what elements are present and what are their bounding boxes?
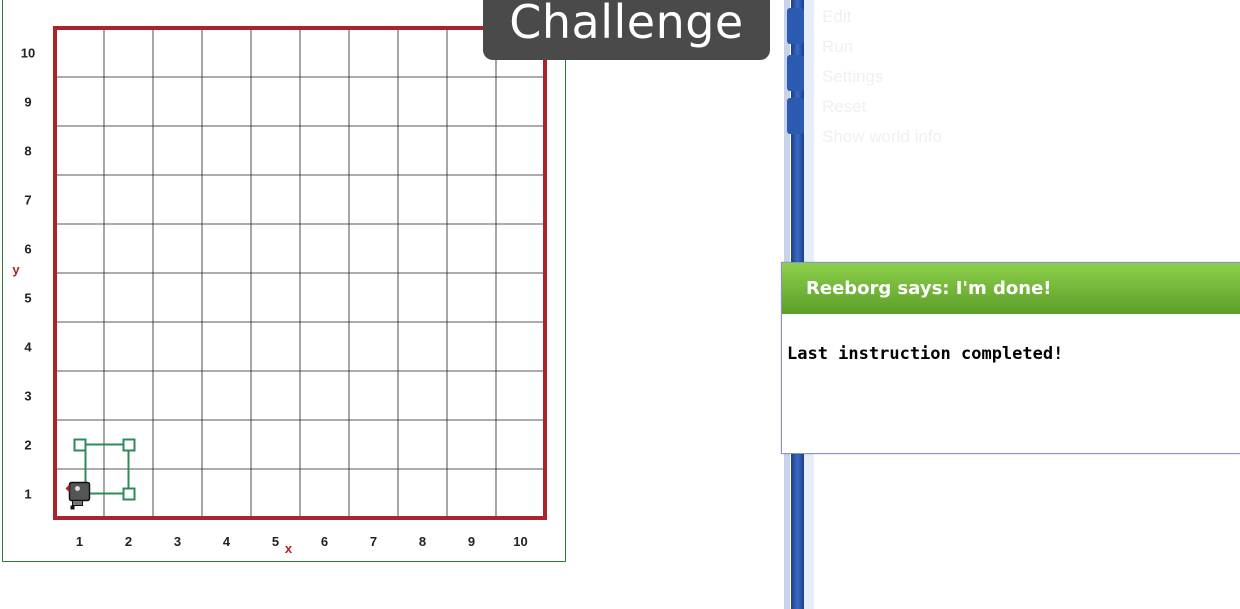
x-tick-label: 7 — [370, 534, 377, 549]
menu-item: Settings — [822, 67, 884, 86]
robot-foot — [70, 505, 75, 510]
robot-eye — [75, 486, 80, 491]
y-tick-label: 10 — [21, 46, 35, 61]
scrollbar-knob[interactable] — [787, 55, 804, 91]
background-menu: Edit Run Settings Reset Show world info — [822, 2, 942, 152]
robot-direction-marker — [65, 484, 70, 493]
y-axis-letter: y — [12, 262, 20, 277]
path-marker — [73, 438, 87, 452]
x-tick-label: 4 — [223, 534, 231, 549]
dialog-title-bar[interactable]: Reeborg says: I'm done! — [782, 263, 1240, 314]
y-tick-label: 9 — [24, 95, 31, 110]
y-tick-label: 8 — [24, 144, 31, 159]
scrollbar-knob[interactable] — [787, 98, 804, 134]
path-marker — [122, 438, 136, 452]
y-tick-label: 4 — [24, 340, 32, 355]
robot-icon — [68, 481, 91, 502]
robot-leg — [72, 500, 83, 506]
world-grid: 1 2 3 4 5 6 7 8 9 10 1 2 3 4 5 6 7 8 9 10 x y — [12, 26, 547, 556]
x-tick-label: 1 — [76, 534, 83, 549]
path-marker — [122, 487, 136, 501]
y-tick-label: 2 — [24, 438, 31, 453]
x-tick-label: 8 — [419, 534, 426, 549]
x-tick-label: 6 — [321, 534, 328, 549]
y-tick-label: 3 — [24, 389, 31, 404]
menu-item: Run — [822, 37, 854, 56]
y-tick-label: 1 — [24, 487, 31, 502]
x-tick-label: 5 — [272, 534, 279, 549]
y-tick-label: 6 — [24, 242, 31, 257]
menu-item: Edit — [822, 7, 852, 26]
x-tick-label: 3 — [174, 534, 181, 549]
menu-item: Show world info — [822, 127, 943, 146]
world-panel: 1 2 3 4 5 6 7 8 9 10 1 2 3 4 5 6 7 8 9 10 x y — [2, 0, 566, 562]
scrollbar-knob[interactable] — [787, 8, 804, 44]
x-tick-label: 2 — [125, 534, 132, 549]
y-tick-label: 7 — [24, 193, 31, 208]
dialog-message: Last instruction completed! — [787, 344, 1064, 364]
done-dialog: Reeborg says: I'm done! Last instruction… — [781, 262, 1240, 454]
y-tick-label: 5 — [24, 291, 31, 306]
menu-item: Reset — [822, 97, 867, 116]
x-tick-label: 9 — [468, 534, 475, 549]
x-axis-letter: x — [285, 541, 293, 556]
challenge-banner: Challenge — [483, 0, 770, 60]
x-tick-label: 10 — [513, 534, 527, 549]
